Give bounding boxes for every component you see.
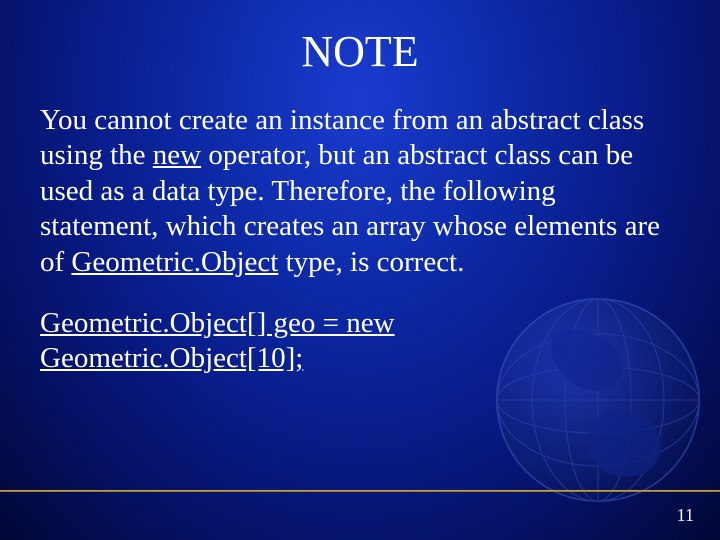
underline-geometric-object: Geometric.Object: [71, 246, 278, 278]
page-number: 11: [677, 505, 694, 526]
slide-body: You cannot create an instance from an ab…: [40, 103, 676, 280]
slide: NOTE You cannot create an instance from …: [0, 0, 720, 540]
underline-new: new: [153, 139, 201, 171]
code-line-2: Geometric.Object[10];: [40, 342, 303, 374]
body-text-3: type, is correct.: [278, 246, 464, 278]
slide-title: NOTE: [40, 26, 680, 77]
divider: [0, 490, 720, 492]
code-line-1: Geometric.Object[] geo = new: [40, 307, 395, 339]
code-example: Geometric.Object[] geo = new Geometric.O…: [40, 306, 680, 377]
